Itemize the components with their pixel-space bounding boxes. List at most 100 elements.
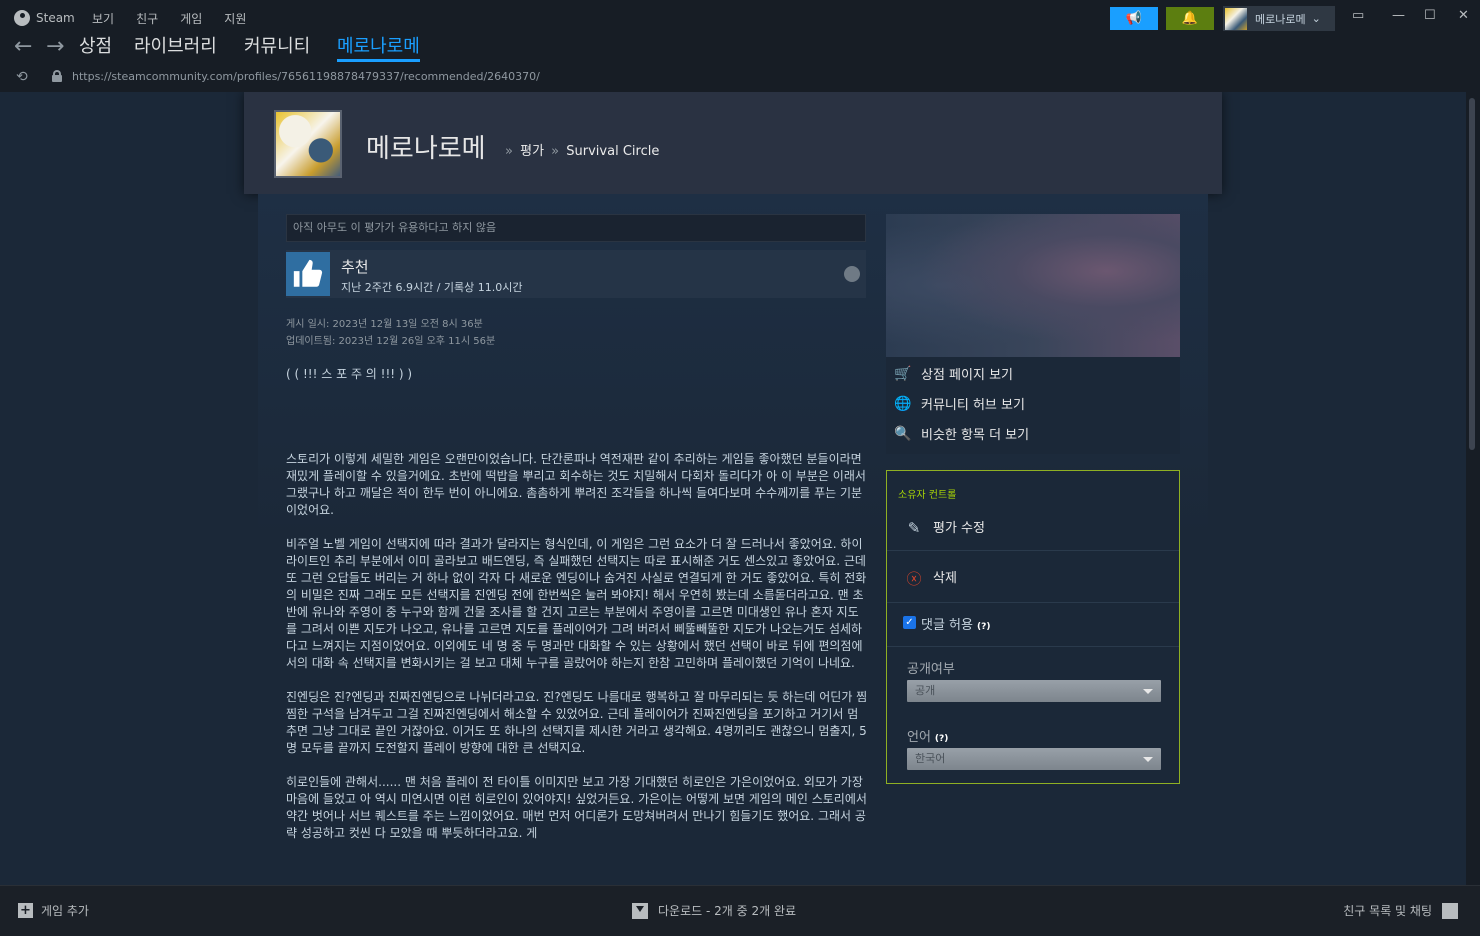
review-paragraph: 진엔딩은 진?엔딩과 진짜진엔딩으로 나뉘더라고요. 진?엔딩도 나름대로 행복… — [286, 690, 868, 755]
friends-icon — [1442, 902, 1458, 919]
updated-date: 업데이트됨: 2023년 12월 26일 오후 11시 56분 — [286, 336, 496, 347]
helpful-status: 아직 아무도 이 평가가 유용하다고 하지 않음 — [286, 214, 866, 242]
plus-icon: + — [18, 903, 33, 918]
review-paragraph: 비주얼 노벨 게임이 선택지에 따라 결과가 달라지는 형식인데, 이 게임은 … — [286, 537, 867, 670]
scrollbar[interactable] — [1466, 92, 1480, 885]
visibility-value: 공개 — [915, 684, 936, 697]
bell-icon: 🔔 — [1181, 11, 1199, 26]
profile-avatar[interactable] — [274, 110, 342, 178]
avatar — [1225, 7, 1247, 30]
review-content: 아직 아무도 이 평가가 유용하다고 하지 않음 추천 지난 2주간 6.9시간… — [258, 194, 1208, 885]
community-hub-label: 커뮤니티 허브 보기 — [921, 398, 1025, 413]
visibility-select[interactable]: 공개 — [907, 680, 1161, 702]
downloads-button[interactable]: 다운로드 - 2개 중 2개 완료 — [632, 902, 796, 919]
top-menu: 보기 친구 게임 지원 — [92, 10, 268, 27]
menu-help[interactable]: 지원 — [224, 10, 246, 27]
breadcrumb: » 평가 » Survival Circle — [502, 140, 659, 159]
recommendation-box: 추천 지난 2주간 6.9시간 / 기록상 11.0시간 — [286, 250, 866, 298]
game-sidebar: 🛒 상점 페이지 보기 🌐 커뮤니티 허브 보기 🔍 비슷한 항목 더 보기 — [886, 214, 1180, 454]
menu-friends[interactable]: 친구 — [136, 10, 158, 27]
breadcrumb-sep: » — [551, 144, 560, 159]
breadcrumb-game[interactable]: Survival Circle — [566, 144, 659, 159]
review-body: ( ( !!! 스 포 주 의 !!! ) ) 스토리가 이렇게 세밀한 게임은… — [286, 366, 868, 859]
account-menu-button[interactable]: 메로나로메 ⌄ — [1223, 6, 1335, 31]
forward-arrow-icon[interactable]: → — [46, 36, 64, 58]
edit-review-button[interactable]: ✎ 평가 수정 — [887, 499, 1179, 551]
download-icon — [632, 902, 648, 919]
store-page-label: 상점 페이지 보기 — [921, 368, 1013, 383]
megaphone-icon: 📢 — [1125, 11, 1143, 26]
delete-review-label: 삭제 — [933, 571, 957, 586]
spoiler-warning: ( ( !!! 스 포 주 의 !!! ) ) — [286, 367, 413, 381]
delete-icon: ⓧ — [906, 569, 922, 588]
tab-profile[interactable]: 메로나로메 — [337, 36, 420, 62]
allow-comments-row: ✓ 댓글 허용 (?) — [887, 603, 1179, 647]
add-game-label: 게임 추가 — [41, 904, 89, 918]
minimize-icon[interactable]: — — [1392, 8, 1405, 23]
chevron-down-icon: ⌄ — [1311, 12, 1321, 25]
similar-items-link[interactable]: 🔍 비슷한 항목 더 보기 — [894, 424, 1030, 444]
owner-controls: 소유자 컨트롤 ✎ 평가 수정 ⓧ 삭제 ✓ 댓글 허용 (?) 공개여부 공개 … — [886, 470, 1180, 784]
profile-header: 메로나로메 » 평가 » Survival Circle — [244, 92, 1222, 194]
playtime-hours: 지난 2주간 6.9시간 / 기록상 11.0시간 — [341, 281, 523, 294]
breadcrumb-sep: » — [505, 144, 513, 159]
game-banner-image[interactable] — [886, 214, 1180, 357]
lock-icon — [52, 70, 62, 82]
delete-review-button[interactable]: ⓧ 삭제 — [887, 551, 1179, 603]
steam-menu[interactable]: Steam — [14, 10, 75, 26]
big-picture-icon[interactable]: ▭ — [1352, 8, 1364, 23]
breadcrumb-reviews[interactable]: 평가 — [520, 144, 544, 159]
recommendation-label: 추천 — [341, 258, 369, 276]
store-page-link[interactable]: 🛒 상점 페이지 보기 — [894, 364, 1013, 384]
announcements-button[interactable]: 📢 — [1110, 7, 1158, 30]
language-label: 언어 (?) — [907, 730, 949, 745]
review-paragraph: 스토리가 이렇게 세밀한 게임은 오랜만이었습니다. 단간론파나 역전재판 같이… — [286, 452, 866, 517]
back-arrow-icon[interactable]: ← — [14, 36, 32, 58]
help-icon[interactable]: (?) — [935, 734, 948, 744]
bottom-bar: + 게임 추가 다운로드 - 2개 중 2개 완료 친구 목록 및 채팅 — [0, 885, 1480, 936]
profile-name[interactable]: 메로나로메 — [366, 128, 486, 165]
menu-games[interactable]: 게임 — [180, 10, 202, 27]
allow-comments-checkbox[interactable]: ✓ — [903, 616, 916, 629]
posted-date: 게시 일시: 2023년 12월 13일 오전 8시 36분 — [286, 319, 483, 330]
help-icon[interactable]: (?) — [977, 622, 990, 632]
post-dates: 게시 일시: 2023년 12월 13일 오전 8시 36분 업데이트됨: 20… — [286, 316, 495, 350]
tab-library[interactable]: 라이브러리 — [134, 36, 217, 58]
review-paragraph: 히로인들에 관해서...... 맨 처음 플레이 전 타이틀 이미지만 보고 가… — [286, 775, 867, 840]
downloads-label: 다운로드 - 2개 중 2개 완료 — [658, 904, 797, 918]
reload-icon[interactable]: ⟲ — [16, 69, 28, 85]
cart-icon: 🛒 — [894, 365, 912, 382]
allow-comments-label[interactable]: 댓글 허용 (?) — [921, 614, 990, 633]
scrollbar-thumb[interactable] — [1469, 98, 1475, 450]
menu-view[interactable]: 보기 — [92, 10, 114, 27]
steam-product-icon — [844, 266, 860, 282]
web-view: 메로나로메 » 평가 » Survival Circle 아직 아무도 이 평가… — [0, 92, 1466, 885]
language-value: 한국어 — [915, 752, 946, 765]
maximize-icon[interactable]: ☐ — [1424, 8, 1436, 23]
friends-chat-button[interactable]: 친구 목록 및 채팅 — [1343, 902, 1458, 919]
dropdown-arrow-icon — [1143, 757, 1153, 762]
globe-icon: 🌐 — [894, 395, 912, 412]
close-icon[interactable]: ✕ — [1458, 8, 1469, 23]
visibility-label: 공개여부 — [907, 662, 955, 677]
url-bar: ⟲ https://steamcommunity.com/profiles/76… — [0, 66, 1480, 90]
notifications-button[interactable]: 🔔 — [1166, 7, 1214, 30]
edit-review-label: 평가 수정 — [933, 521, 985, 536]
language-select[interactable]: 한국어 — [907, 748, 1161, 770]
friends-chat-label: 친구 목록 및 채팅 — [1343, 904, 1432, 918]
similar-items-label: 비슷한 항목 더 보기 — [921, 428, 1030, 443]
account-name: 메로나로메 — [1255, 12, 1306, 26]
nav-bar: ← → 상점 라이브러리 커뮤니티 메로나로메 — [0, 36, 1480, 64]
add-game-button[interactable]: + 게임 추가 — [18, 902, 89, 919]
edit-icon: ✎ — [907, 519, 921, 537]
thumbs-up-icon — [286, 252, 330, 296]
search-icon: 🔍 — [894, 425, 912, 442]
steam-logo-icon — [14, 10, 30, 26]
steam-menu-label: Steam — [36, 11, 75, 25]
community-hub-link[interactable]: 🌐 커뮤니티 허브 보기 — [894, 394, 1025, 414]
tab-store[interactable]: 상점 — [79, 36, 112, 58]
dropdown-arrow-icon — [1143, 689, 1153, 694]
url-text[interactable]: https://steamcommunity.com/profiles/7656… — [72, 70, 540, 83]
title-bar: Steam 보기 친구 게임 지원 📢 🔔 메로나로메 ⌄ ▭ — ☐ ✕ — [0, 0, 1480, 36]
tab-community[interactable]: 커뮤니티 — [244, 36, 310, 58]
